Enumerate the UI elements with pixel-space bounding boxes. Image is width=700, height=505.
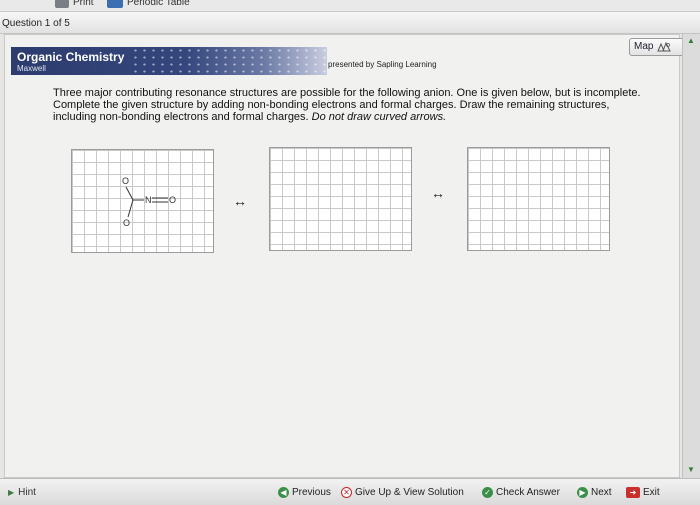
- exit-button[interactable]: ➜ Exit: [624, 483, 662, 501]
- give-up-x-icon: ✕: [341, 486, 352, 498]
- drawing-canvas-3[interactable]: [467, 147, 610, 251]
- next-button[interactable]: ▶ Next: [575, 483, 614, 501]
- next-arrow-icon: ▶: [577, 486, 588, 498]
- hint-button[interactable]: ▶ Hint: [8, 484, 36, 500]
- exit-label: Exit: [643, 486, 660, 498]
- periodic-table-icon: [107, 0, 123, 8]
- course-banner: Organic Chemistry Maxwell: [11, 47, 327, 75]
- map-label: Map: [634, 41, 654, 52]
- drawing-canvas-2[interactable]: [269, 147, 412, 251]
- print-label: Print: [73, 0, 94, 8]
- print-button[interactable]: Print: [55, 0, 94, 8]
- previous-arrow-icon: ◀: [278, 486, 289, 498]
- printer-icon: [55, 0, 69, 8]
- hint-label: Hint: [18, 486, 36, 498]
- bottom-navigation-bar: ▶ Hint ◀ Previous ✕ Give Up & View Solut…: [0, 478, 700, 505]
- check-answer-button[interactable]: ✓ Check Answer: [480, 483, 562, 501]
- question-text: Three major contributing resonance struc…: [53, 87, 653, 123]
- resonance-structure-1: O N O O: [122, 176, 176, 228]
- check-icon: ✓: [482, 486, 493, 498]
- course-title: Organic Chemistry: [17, 50, 125, 64]
- banner-pattern: [131, 47, 327, 75]
- top-toolbar: Print Periodic Table: [0, 0, 700, 12]
- question-header: Question 1 of 5: [0, 12, 700, 34]
- question-content: Organic Chemistry Maxwell presented by S…: [4, 34, 685, 478]
- atom-o-bottom: O: [123, 218, 130, 228]
- previous-label: Previous: [292, 486, 331, 498]
- give-up-label: Give Up & View Solution: [355, 486, 464, 498]
- next-label: Next: [591, 486, 612, 498]
- give-up-button[interactable]: ✕ Give Up & View Solution: [339, 483, 466, 501]
- map-button[interactable]: Map: [629, 38, 685, 56]
- check-answer-label: Check Answer: [496, 486, 560, 498]
- drawing-canvas-1[interactable]: O N O O: [71, 149, 214, 253]
- exit-icon: ➜: [626, 486, 640, 498]
- resonance-arrow-2: ↔: [431, 185, 445, 201]
- map-icon: [657, 41, 672, 52]
- bond-c-o-bottom: [127, 199, 134, 218]
- scroll-down-icon[interactable]: ▼: [687, 465, 695, 474]
- play-icon: ▶: [8, 487, 15, 497]
- periodic-table-label: Periodic Table: [127, 0, 190, 8]
- vertical-scrollbar[interactable]: ▲ ▼: [682, 34, 700, 478]
- question-warning: Do not draw curved arrows.: [311, 111, 447, 123]
- resonance-arrow-1: ↔: [233, 193, 247, 209]
- scroll-up-icon[interactable]: ▲: [687, 36, 695, 45]
- atom-o-top: O: [122, 176, 129, 186]
- presented-by: presented by Sapling Learning: [328, 60, 437, 69]
- atom-o-right: O: [169, 195, 176, 205]
- bond-c-o-top: [125, 186, 134, 201]
- course-author: Maxwell: [17, 64, 46, 73]
- atom-n: N: [145, 195, 152, 205]
- question-number: Question 1 of 5: [2, 18, 70, 29]
- periodic-table-button[interactable]: Periodic Table: [107, 0, 190, 8]
- previous-button[interactable]: ◀ Previous: [276, 483, 333, 501]
